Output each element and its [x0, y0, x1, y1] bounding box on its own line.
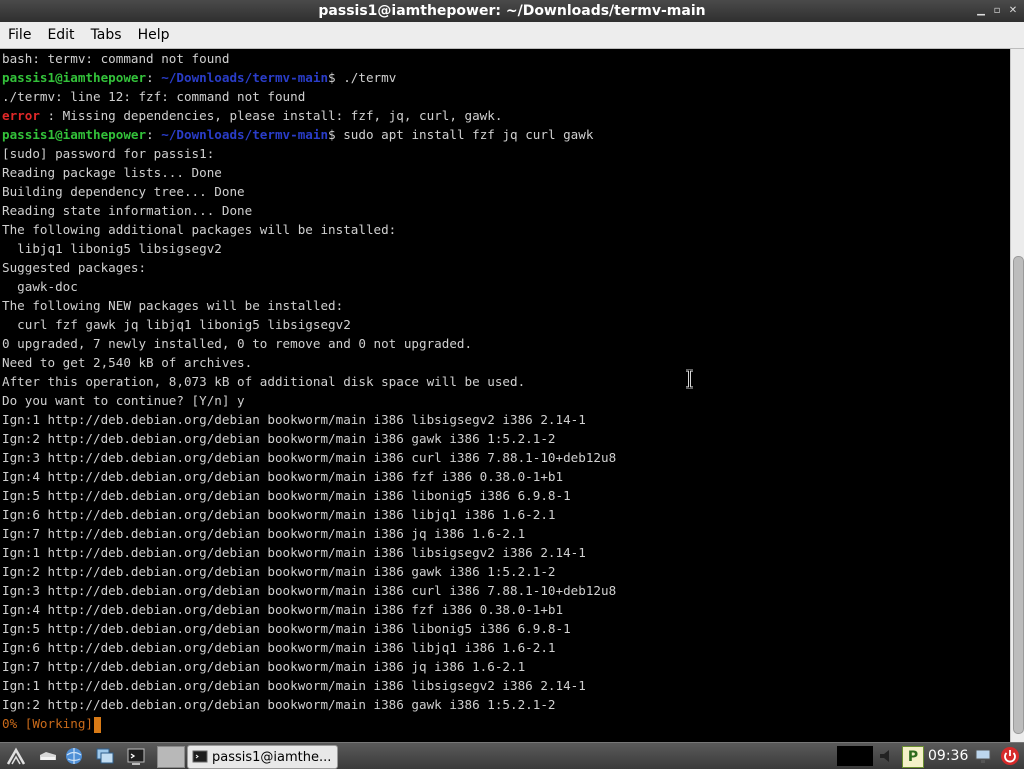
prompt-symbol: $: [328, 70, 336, 85]
taskbar: passis1@iamthe... P 09:36: [0, 742, 1024, 769]
apt-ign-line: Ign:2 http://deb.debian.org/debian bookw…: [2, 697, 556, 712]
terminal-line: 0 upgraded, 7 newly installed, 0 to remo…: [2, 336, 473, 351]
apt-ign-line: Ign:6 http://deb.debian.org/debian bookw…: [2, 507, 556, 522]
apt-ign-line: Ign:4 http://deb.debian.org/debian bookw…: [2, 469, 564, 484]
apt-ign-line: Ign:2 http://deb.debian.org/debian bookw…: [2, 564, 556, 579]
terminal-launcher-icon[interactable]: [126, 746, 146, 766]
terminal-line: [sudo] password for passis1:: [2, 146, 215, 161]
prompt-symbol: $: [328, 127, 336, 142]
terminal-line: Suggested packages:: [2, 260, 147, 275]
apt-ign-line: Ign:1 http://deb.debian.org/debian bookw…: [2, 678, 586, 693]
apt-ign-line: Ign:7 http://deb.debian.org/debian bookw…: [2, 659, 526, 674]
taskbar-terminal-window-button[interactable]: passis1@iamthe...: [187, 745, 338, 769]
terminal-line: ./termv: line 12: fzf: command not found: [2, 89, 306, 104]
menu-edit[interactable]: Edit: [39, 27, 82, 43]
tray-p-icon[interactable]: P: [902, 746, 924, 768]
network-icon[interactable]: [973, 746, 993, 766]
error-message: : Missing dependencies, please install: …: [39, 108, 503, 123]
terminal-line: Do you want to continue? [Y/n] y: [2, 393, 245, 408]
progress-status: 0% [Working]: [2, 716, 93, 731]
error-label: error: [2, 108, 40, 123]
volume-icon[interactable]: [877, 746, 897, 766]
terminal-output[interactable]: bash: termv: command not found passis1@i…: [0, 49, 1010, 742]
prompt-user-host: passis1@iamthepower: [2, 127, 147, 142]
terminal-line: gawk-doc: [2, 279, 78, 294]
apt-ign-line: Ign:5 http://deb.debian.org/debian bookw…: [2, 621, 571, 636]
web-browser-icon[interactable]: [64, 746, 84, 766]
apt-ign-line: Ign:3 http://deb.debian.org/debian bookw…: [2, 583, 617, 598]
prompt-command: ./termv: [335, 70, 397, 85]
scrollbar-thumb[interactable]: [1013, 256, 1024, 734]
ibeam-cursor-icon: [686, 369, 693, 389]
terminal-prompt-line: passis1@iamthepower: ~/Downloads/termv-m…: [0, 125, 1010, 144]
file-manager-icon[interactable]: [38, 746, 58, 766]
terminal-line: Reading state information... Done: [2, 203, 253, 218]
apt-ign-line: Ign:4 http://deb.debian.org/debian bookw…: [2, 602, 564, 617]
menu-help[interactable]: Help: [130, 27, 178, 43]
taskbar-task-label: passis1@iamthe...: [212, 749, 332, 765]
apt-ign-line: Ign:7 http://deb.debian.org/debian bookw…: [2, 526, 526, 541]
terminal-line: After this operation, 8,073 kB of additi…: [2, 374, 526, 389]
prompt-path: ~/Downloads/termv-main: [161, 127, 329, 142]
close-button[interactable]: ✕: [1006, 0, 1020, 22]
desktop-pager[interactable]: [157, 746, 185, 768]
apt-ign-line: Ign:3 http://deb.debian.org/debian bookw…: [2, 450, 617, 465]
prompt-colon: :: [146, 127, 162, 142]
menu-tabs[interactable]: Tabs: [83, 27, 130, 43]
prompt-path: ~/Downloads/termv-main: [161, 70, 329, 85]
apt-ign-line: Ign:1 http://deb.debian.org/debian bookw…: [2, 412, 586, 427]
terminal-error-line: error : Missing dependencies, please ins…: [0, 106, 1010, 125]
clock[interactable]: 09:36: [928, 743, 968, 769]
maximize-button[interactable]: ▫: [990, 0, 1004, 22]
tray-blank-area: [837, 746, 873, 766]
power-icon[interactable]: [1000, 746, 1020, 766]
terminal-line: libjq1 libonig5 libsigsegv2: [2, 241, 222, 256]
terminal-line: curl fzf gawk jq libjq1 libonig5 libsigs…: [2, 317, 351, 332]
terminal-line: Need to get 2,540 kB of archives.: [2, 355, 253, 370]
start-menu-icon[interactable]: [6, 746, 26, 766]
terminal-line: Reading package lists... Done: [2, 165, 222, 180]
apt-ign-line: Ign:5 http://deb.debian.org/debian bookw…: [2, 488, 571, 503]
menu-bar: File Edit Tabs Help: [0, 22, 1024, 49]
apt-ign-line: Ign:2 http://deb.debian.org/debian bookw…: [2, 431, 556, 446]
terminal-prompt-line: passis1@iamthepower: ~/Downloads/termv-m…: [0, 68, 1010, 87]
terminal-window-icon: [192, 750, 208, 763]
terminal-line: bash: termv: command not found: [2, 51, 230, 66]
minimize-button[interactable]: ▁: [974, 0, 988, 22]
window-controls: ▁ ▫ ✕: [974, 0, 1020, 22]
prompt-command: sudo apt install fzf jq curl gawk: [335, 127, 594, 142]
terminal-line: Building dependency tree... Done: [2, 184, 245, 199]
prompt-colon: :: [146, 70, 162, 85]
text-cursor: [94, 716, 101, 733]
terminal-line: The following NEW packages will be insta…: [2, 298, 344, 313]
window-titlebar[interactable]: passis1@iamthepower: ~/Downloads/termv-m…: [0, 0, 1024, 22]
terminal-line: The following additional packages will b…: [2, 222, 397, 237]
menu-file[interactable]: File: [0, 27, 39, 43]
apt-ign-line: Ign:6 http://deb.debian.org/debian bookw…: [2, 640, 556, 655]
window-title: passis1@iamthepower: ~/Downloads/termv-m…: [318, 3, 706, 19]
terminal-scrollbar[interactable]: [1010, 49, 1024, 742]
prompt-user-host: passis1@iamthepower: [2, 70, 147, 85]
apt-ign-line: Ign:1 http://deb.debian.org/debian bookw…: [2, 545, 586, 560]
progress-line: 0% [Working]: [0, 714, 1010, 733]
window-switcher-icon[interactable]: [95, 746, 115, 766]
